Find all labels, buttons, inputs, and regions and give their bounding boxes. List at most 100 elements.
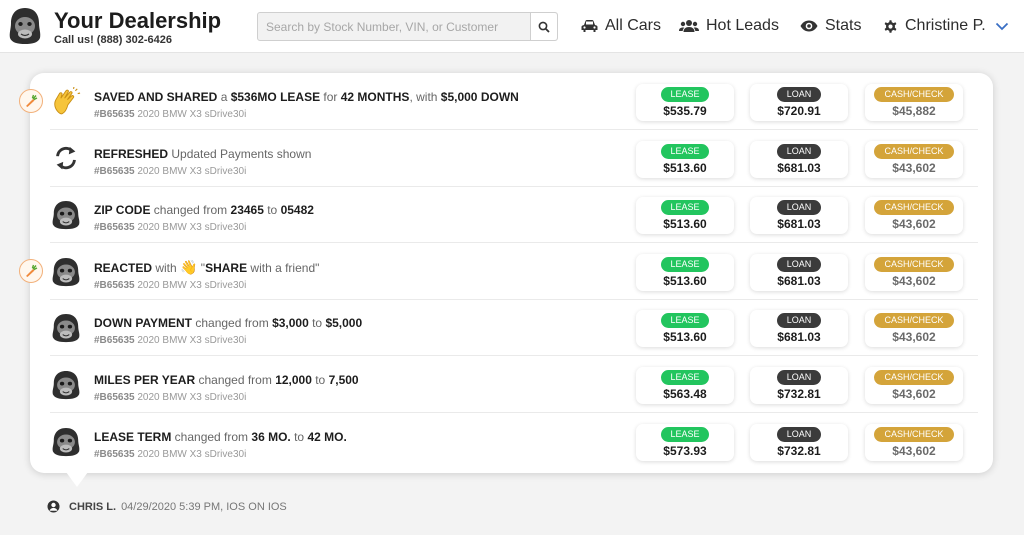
loan-payment: $681.03	[777, 330, 821, 345]
vehicle-name: 2020 BMW X3 sDrive30i	[134, 335, 247, 347]
footer-user-name[interactable]: CHRIS L.	[69, 501, 116, 513]
vehicle-info: #B65635 2020 BMW X3 sDrive30i	[94, 335, 362, 346]
loan-payment-pill[interactable]: LOAN $681.03	[750, 197, 848, 235]
activity-highlight: $3,000	[272, 316, 309, 331]
search-input[interactable]	[258, 13, 532, 40]
activity-text-segment: for	[320, 90, 341, 104]
user-menu[interactable]: Christine P.	[883, 15, 1009, 37]
activity-highlight: DOWN PAYMENT	[94, 316, 193, 331]
cash-price-pill[interactable]: CASH/CHECK $43,602	[865, 423, 963, 461]
activity-row[interactable]: DOWN PAYMENT changed from $3,000 to $5,0…	[30, 300, 993, 357]
lease-tag: LEASE	[661, 87, 709, 102]
activity-row[interactable]: REACTED with 👋 "SHARE with a friend" #B65…	[30, 244, 993, 300]
carrot-icon	[26, 264, 38, 277]
stock-number[interactable]: #B65635	[94, 335, 135, 346]
lease-payment-pill[interactable]: LEASE $513.60	[636, 253, 734, 291]
lease-payment-pill[interactable]: LEASE $573.93	[636, 423, 734, 461]
activity-text-segment: to	[263, 203, 281, 218]
gorilla-icon	[52, 427, 80, 456]
nav-hot-leads[interactable]: Hot Leads	[679, 15, 779, 37]
lease-tag: LEASE	[661, 313, 709, 329]
activity-description: LEASE TERM changed from 36 MO. to 42 MO.	[94, 429, 347, 445]
lease-payment: $563.48	[663, 387, 707, 401]
lease-tag: LEASE	[661, 370, 709, 385]
cash-price: $43,602	[892, 273, 936, 288]
lease-payment-pill[interactable]: LEASE $563.48	[636, 367, 734, 404]
cash-price: $43,602	[892, 387, 936, 401]
lease-payment-pill[interactable]: LEASE $513.60	[636, 310, 734, 348]
loan-tag: LOAN	[777, 143, 821, 159]
gorilla-logo-icon[interactable]	[8, 7, 42, 45]
activity-text-segment: , with	[409, 90, 441, 104]
users-icon	[679, 20, 699, 32]
activity-text-segment: changed from	[150, 203, 231, 218]
lease-payment-pill[interactable]: LEASE $513.60	[636, 140, 734, 178]
activity-highlight: 42 MO.	[307, 429, 347, 444]
vehicle-name: 2020 BMW X3 sDrive30i	[134, 222, 247, 234]
activity-text-segment: changed from	[192, 316, 273, 331]
search-button[interactable]	[530, 13, 557, 40]
user-name: Christine P.	[905, 17, 986, 34]
cash-price: $43,602	[892, 443, 936, 458]
activity-row[interactable]: LEASE TERM changed from 36 MO. to 42 MO.…	[30, 414, 993, 470]
lease-payment-pill[interactable]: LEASE $535.79	[636, 84, 734, 121]
cash-price-pill[interactable]: CASH/CHECK $43,602	[865, 253, 963, 291]
activity-text: ZIP CODE changed from 23465 to 05482 #B65…	[94, 202, 314, 233]
lease-payment: $513.60	[663, 217, 707, 232]
vehicle-info: #B65635 2020 BMW X3 sDrive30i	[94, 392, 359, 403]
cash-price-pill[interactable]: CASH/CHECK $43,602	[865, 310, 963, 348]
lease-tag: LEASE	[661, 143, 709, 159]
loan-payment-pill[interactable]: LOAN $732.81	[750, 367, 848, 404]
stock-number[interactable]: #B65635	[94, 222, 135, 233]
activity-description: REACTED with 👋 "SHARE with a friend"	[94, 259, 319, 276]
cash-price: $43,602	[892, 330, 936, 345]
loan-payment-pill[interactable]: LOAN $732.81	[750, 423, 848, 461]
cash-price: $43,602	[892, 217, 936, 232]
stock-number[interactable]: #B65635	[94, 392, 135, 403]
lease-tag: LEASE	[661, 256, 709, 272]
carrot-badge[interactable]	[19, 89, 43, 113]
loan-payment-pill[interactable]: LOAN $720.91	[750, 84, 848, 121]
brand[interactable]: Your Dealership Call us! (888) 302-6426	[54, 9, 221, 47]
activity-row[interactable]: SAVED AND SHARED a $536MO LEASE for 42 M…	[30, 74, 993, 130]
lease-tag: LEASE	[661, 200, 709, 216]
activity-highlight: SHARE	[205, 260, 248, 275]
user-circle-icon	[47, 500, 60, 513]
cash-price-pill[interactable]: CASH/CHECK $45,882	[865, 84, 963, 121]
activity-highlight: $5,000 DOWN	[440, 90, 519, 104]
nav-stats[interactable]: Stats	[800, 15, 861, 37]
activity-text-segment: changed from	[171, 429, 252, 444]
activity-text: REACTED with 👋 "SHARE with a friend" #B65…	[94, 259, 319, 291]
lease-payment-pill[interactable]: LEASE $513.60	[636, 197, 734, 235]
carrot-icon	[26, 94, 38, 107]
activity-row[interactable]: REFRESHED Updated Payments shown #B65635 …	[30, 131, 993, 187]
nav-hot-leads-label: Hot Leads	[706, 17, 779, 34]
cash-tag: CASH/CHECK	[874, 426, 954, 442]
gorilla-icon	[52, 314, 80, 343]
cash-price-pill[interactable]: CASH/CHECK $43,602	[865, 367, 963, 404]
stock-number[interactable]: #B65635	[94, 109, 135, 120]
nav-stats-label: Stats	[825, 17, 862, 34]
loan-payment: $732.81	[777, 443, 821, 458]
activity-text: MILES PER YEAR changed from 12,000 to 7,…	[94, 372, 359, 403]
stock-number[interactable]: #B65635	[94, 449, 135, 460]
stock-number[interactable]: #B65635	[94, 280, 135, 291]
search-icon	[538, 21, 550, 33]
activity-row[interactable]: ZIP CODE changed from 23465 to 05482 #B65…	[30, 187, 993, 244]
activity-row[interactable]: MILES PER YEAR changed from 12,000 to 7,…	[30, 357, 993, 413]
eye-icon	[800, 20, 818, 32]
activity-text: SAVED AND SHARED a $536MO LEASE for 42 M…	[94, 89, 519, 120]
activity-text-segment: to	[311, 373, 329, 387]
loan-payment-pill[interactable]: LOAN $681.03	[750, 310, 848, 348]
nav-all-cars[interactable]: All Cars	[581, 15, 661, 37]
loan-payment-pill[interactable]: LOAN $681.03	[750, 253, 848, 291]
stock-number[interactable]: #B65635	[94, 166, 135, 177]
cash-price-pill[interactable]: CASH/CHECK $43,602	[865, 140, 963, 178]
vehicle-info: #B65635 2020 BMW X3 sDrive30i	[94, 109, 519, 120]
cash-price-pill[interactable]: CASH/CHECK $43,602	[865, 197, 963, 235]
carrot-badge[interactable]	[19, 258, 43, 283]
vehicle-info: #B65635 2020 BMW X3 sDrive30i	[94, 166, 311, 177]
chevron-down-icon[interactable]	[995, 22, 1009, 31]
loan-payment-pill[interactable]: LOAN $681.03	[750, 140, 848, 178]
activity-highlight: 05482	[280, 203, 314, 218]
